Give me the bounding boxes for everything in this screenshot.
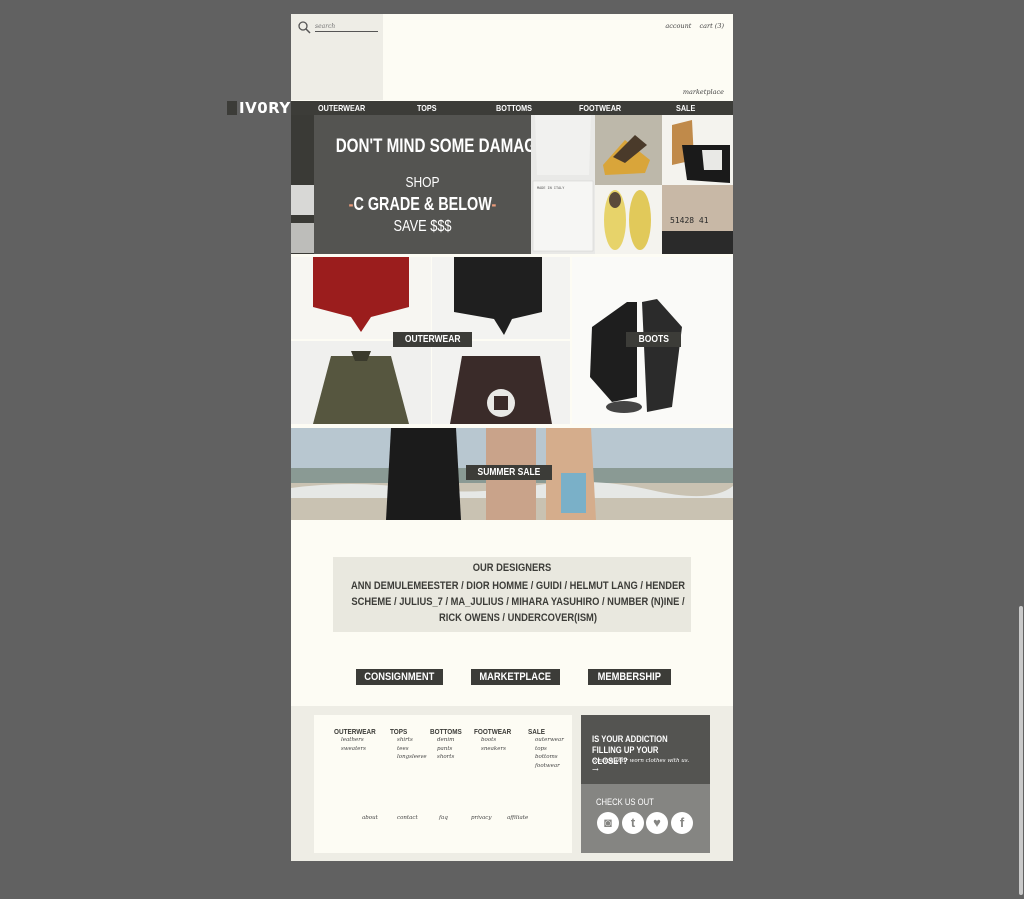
tile-hoodie[interactable] bbox=[432, 341, 570, 424]
footer-link[interactable]: footwear bbox=[535, 762, 564, 771]
footer-affiliate-link[interactable]: affiliate bbox=[507, 815, 528, 821]
footer-col-tops: TOPS shirts tees longsleeve bbox=[390, 727, 427, 762]
marketplace-button[interactable]: MARKETPLACE bbox=[471, 669, 560, 685]
facebook-icon[interactable]: f bbox=[671, 812, 693, 834]
label-tag-text: MADE IN ITALY bbox=[537, 186, 565, 190]
footer-head[interactable]: OUTERWEAR bbox=[334, 727, 376, 736]
footer-link[interactable]: tees bbox=[397, 745, 427, 754]
tumblr-icon[interactable]: t bbox=[622, 812, 644, 834]
footer-links: OUTERWEAR leathers sweaters TOPS shirts … bbox=[314, 715, 572, 853]
tile-leather-jacket[interactable] bbox=[432, 257, 570, 339]
cart-label: cart bbox=[699, 22, 713, 30]
logo-bar bbox=[227, 101, 237, 115]
designers-box: OUR DESIGNERS ANN DEMULEMEESTER / DIOR H… bbox=[333, 557, 691, 632]
twitter-icon[interactable]: ♥ bbox=[646, 812, 668, 834]
insole-image: 51428 41 bbox=[662, 185, 733, 254]
footer-head[interactable]: BOTTOMS bbox=[430, 727, 462, 736]
grade-text: C GRADE & BELOW bbox=[353, 194, 492, 214]
label-image: MADE IN ITALY bbox=[531, 115, 595, 254]
membership-button[interactable]: MEMBERSHIP bbox=[588, 669, 671, 685]
consignment-button[interactable]: CONSIGNMENT bbox=[356, 669, 443, 685]
summer-sale-banner[interactable]: SUMMER SALE bbox=[291, 428, 733, 520]
footer-head[interactable]: SALE bbox=[528, 727, 558, 736]
top-links: account cart (3) bbox=[659, 22, 724, 30]
nav-sale[interactable]: SALE bbox=[676, 101, 695, 115]
instagram-icon[interactable]: ◙ bbox=[597, 812, 619, 834]
search-input[interactable] bbox=[315, 21, 378, 32]
hero-panel: DON'T MIND SOME DAMAGE? SHOP -C GRADE & … bbox=[314, 115, 556, 254]
promo-subtitle: consign your worn clothes with us. bbox=[592, 758, 690, 764]
hero-banner[interactable]: DON'T MIND SOME DAMAGE? SHOP -C GRADE & … bbox=[291, 115, 733, 254]
hero-shop: SHOP bbox=[405, 174, 440, 191]
boots-label[interactable]: BOOTS bbox=[626, 332, 681, 347]
footer-link[interactable]: longsleeve bbox=[397, 753, 427, 762]
cart-count: (3) bbox=[714, 22, 724, 30]
consign-promo[interactable]: IS YOUR ADDICTION FILLING UP YOUR CLOSET… bbox=[581, 715, 710, 784]
arrow-right-icon[interactable]: → bbox=[592, 765, 599, 774]
footer-link[interactable]: bottoms bbox=[535, 753, 564, 762]
hero-strip-image bbox=[291, 115, 314, 254]
footer-link[interactable]: shirts bbox=[397, 736, 427, 745]
nav-outerwear[interactable]: OUTERWEAR bbox=[318, 101, 365, 115]
footer-link[interactable]: sweaters bbox=[341, 745, 383, 754]
footer-faq-link[interactable]: faq bbox=[439, 815, 448, 821]
marketplace-link[interactable]: marketplace bbox=[683, 88, 724, 96]
main-nav: OUTERWEAR TOPS BOTTOMS FOOTWEAR SALE bbox=[291, 101, 733, 115]
footer-head[interactable]: TOPS bbox=[390, 727, 421, 736]
outerwear-label[interactable]: OUTERWEAR bbox=[393, 332, 472, 347]
dash-right: - bbox=[491, 194, 497, 214]
sole-image bbox=[595, 185, 662, 254]
footer-link[interactable]: boots bbox=[481, 736, 518, 745]
footer-link[interactable]: sneakers bbox=[481, 745, 518, 754]
footer-link[interactable]: tops bbox=[535, 745, 564, 754]
cart-link[interactable]: cart (3) bbox=[699, 22, 724, 30]
hero-grade: -C GRADE & BELOW- bbox=[336, 194, 510, 215]
footer-col-sale: SALE outerwear tops bottoms footwear bbox=[528, 727, 564, 770]
footer-contact-link[interactable]: contact bbox=[397, 815, 418, 821]
footer-privacy-link[interactable]: privacy bbox=[471, 815, 491, 821]
boot-top-image bbox=[662, 115, 733, 185]
logo-text: IV0RY bbox=[239, 99, 291, 117]
category-grid: OUTERWEAR BOOTS bbox=[291, 257, 733, 424]
shoe-number: 51428 41 bbox=[670, 216, 709, 225]
logo[interactable]: IV0RY bbox=[227, 99, 291, 117]
footer-link[interactable]: pants bbox=[437, 745, 467, 754]
search-icon[interactable] bbox=[298, 21, 311, 34]
nav-footwear[interactable]: FOOTWEAR bbox=[579, 101, 621, 115]
nav-bottoms[interactable]: BOTTOMS bbox=[496, 101, 532, 115]
footer-link[interactable]: outerwear bbox=[535, 736, 564, 745]
footer-head[interactable]: FOOTWEAR bbox=[474, 727, 511, 736]
footer-about-link[interactable]: about bbox=[362, 815, 378, 821]
hero-title: DON'T MIND SOME DAMAGE? bbox=[335, 136, 556, 157]
search-panel bbox=[291, 14, 383, 100]
account-link[interactable]: account bbox=[665, 22, 691, 30]
designers-list[interactable]: ANN DEMULEMEESTER / DIOR HOMME / GUIDI /… bbox=[339, 578, 698, 626]
sandal-image bbox=[595, 115, 662, 185]
footer-link[interactable]: leathers bbox=[341, 736, 383, 745]
footer-link[interactable]: denim bbox=[437, 736, 467, 745]
designers-title: OUR DESIGNERS bbox=[472, 562, 552, 574]
footer-link[interactable]: shorts bbox=[437, 753, 467, 762]
tile-red-sweater[interactable] bbox=[291, 257, 431, 339]
social-title: CHECK US OUT bbox=[596, 797, 654, 807]
footer-col-outerwear: OUTERWEAR leathers sweaters bbox=[334, 727, 383, 753]
tile-olive-jacket[interactable] bbox=[291, 341, 431, 424]
summer-sale-label[interactable]: SUMMER SALE bbox=[466, 465, 552, 480]
hero-save: SAVE $$$ bbox=[393, 218, 452, 235]
scrollbar[interactable] bbox=[1019, 606, 1023, 895]
footer-col-bottoms: BOTTOMS denim pants shorts bbox=[430, 727, 467, 762]
social-panel: CHECK US OUT ◙ t ♥ f bbox=[581, 784, 710, 853]
nav-tops[interactable]: TOPS bbox=[417, 101, 437, 115]
footer-col-footwear: FOOTWEAR boots sneakers bbox=[474, 727, 518, 753]
